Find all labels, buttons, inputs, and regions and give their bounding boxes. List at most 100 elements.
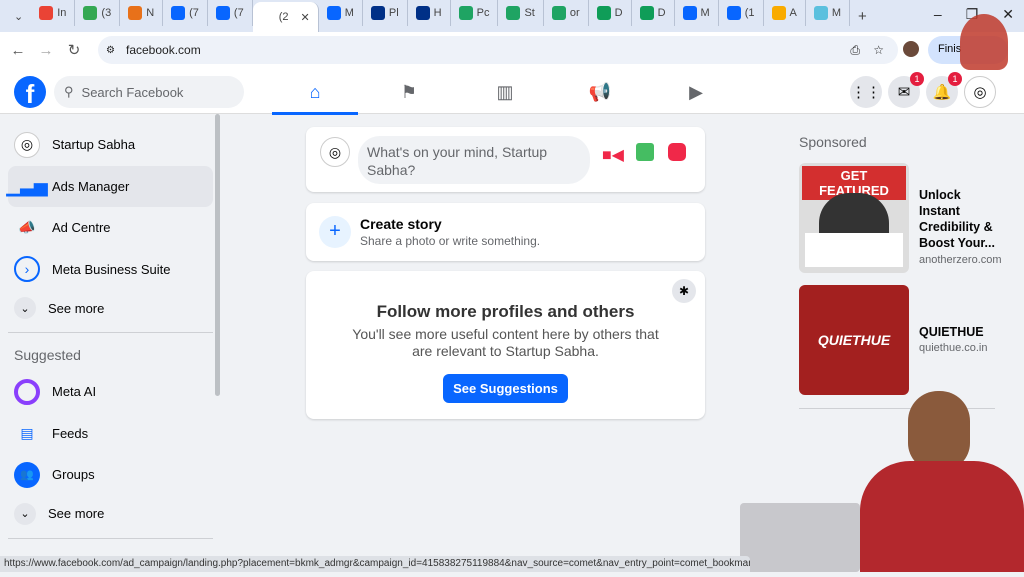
browser-tab[interactable]: N xyxy=(120,0,164,26)
ad-1-image: GET FEATURED xyxy=(799,163,909,273)
browser-tab[interactable]: A xyxy=(764,0,806,26)
new-tab-button[interactable]: + xyxy=(850,3,875,29)
follow-text: You'll see more useful content here by o… xyxy=(352,326,659,359)
tab-label: D xyxy=(657,7,666,19)
messenger-icon[interactable]: ✉ 1 xyxy=(888,72,924,108)
presenter-video-overlay xyxy=(740,385,1024,572)
browser-tab[interactable]: or xyxy=(544,0,589,26)
analytics-icon xyxy=(771,6,786,20)
laptop xyxy=(740,503,860,572)
sidebar-item-label: Ad Centre xyxy=(52,220,111,236)
site-settings-icon[interactable]: ⚙ xyxy=(106,45,115,56)
alert-icon xyxy=(128,6,143,20)
live-video-icon[interactable]: ■◀ xyxy=(602,145,624,165)
presenter-body xyxy=(860,461,1024,572)
account-avatar[interactable]: ◎ xyxy=(964,76,996,108)
chevron-down-icon: ⌄ xyxy=(14,502,36,525)
see-more-button[interactable]: ⌄ See more xyxy=(8,290,213,326)
browser-tab[interactable]: Pl xyxy=(363,0,408,26)
bug-report-icon[interactable]: ✱ xyxy=(672,279,696,303)
nav-insights-icon[interactable]: ▥ xyxy=(462,72,548,112)
search-input[interactable]: ⚲ Search Facebook xyxy=(54,76,244,108)
see-more-button-2[interactable]: ⌄ See more xyxy=(8,496,213,532)
photo-icon[interactable] xyxy=(636,143,654,161)
page-avatar-icon: ◎ xyxy=(14,131,40,158)
tab-label: St xyxy=(524,7,535,19)
tab-search-button[interactable]: ⌄ xyxy=(6,3,31,29)
sidebar-item-label: Meta AI xyxy=(52,384,97,400)
circle-icon xyxy=(813,6,828,20)
presenter-head xyxy=(908,391,970,471)
ad-2[interactable]: QUIETHUE QUIETHUE quiethue.co.in xyxy=(799,285,988,395)
bookmark-star-icon[interactable]: ☆ xyxy=(873,43,884,57)
channel-logo xyxy=(960,14,1008,70)
sidebar-scrollbar[interactable] xyxy=(215,114,220,396)
ad-1-domain: anotherzero.com xyxy=(919,254,1002,266)
nav-pages-flag-icon[interactable]: ⚑ xyxy=(366,72,452,112)
sidebar-item-ads-manager[interactable]: ▁▃▅ Ads Manager xyxy=(6,165,213,207)
sidebar-item-meta-business-suite[interactable]: › Meta Business Suite xyxy=(8,249,213,291)
forward-icon[interactable]: → xyxy=(32,42,60,59)
messenger-badge: 1 xyxy=(910,72,924,86)
browser-tab[interactable]: St xyxy=(498,0,544,26)
install-icon[interactable]: ⎙ xyxy=(850,43,860,58)
composer-card: ◎ What's on your mind, Startup Sabha? ■◀ xyxy=(306,127,705,192)
close-tab-icon[interactable]: ✕ xyxy=(300,11,309,24)
close-window-button[interactable]: ✕ xyxy=(1002,6,1014,23)
tab-label: (1 xyxy=(744,7,755,19)
browser-tab[interactable]: M xyxy=(319,0,363,26)
browser-tab[interactable]: M xyxy=(806,0,851,26)
browser-tab[interactable]: M xyxy=(675,0,719,26)
notifications-bell-icon[interactable]: 🔔 1 xyxy=(926,72,962,108)
meta-icon xyxy=(326,6,341,20)
browser-tab[interactable]: H xyxy=(408,0,451,26)
ad-2-domain: quiethue.co.in xyxy=(919,342,988,354)
browser-tab[interactable]: (7 xyxy=(208,0,253,26)
meta-icon xyxy=(726,6,741,20)
browser-tab[interactable]: Pc xyxy=(451,0,499,26)
reel-icon[interactable] xyxy=(668,143,686,161)
sidebar-item-feeds[interactable]: ▤ Feeds xyxy=(8,413,213,455)
sidebar-item-ad-centre[interactable]: 📣 Ad Centre xyxy=(8,207,213,249)
address-bar: ← → ↻ ⚙ facebook.com ⎙ ☆ Finis xyxy=(0,32,1024,68)
composer-input[interactable]: What's on your mind, Startup Sabha? xyxy=(358,136,590,184)
ad-1[interactable]: GET FEATURED Unlock Instant Credibility … xyxy=(799,163,1002,273)
tab-label: Pl xyxy=(388,7,399,19)
minimize-button[interactable]: – xyxy=(934,6,942,23)
reload-icon[interactable]: ↻ xyxy=(60,41,88,59)
profile-avatar[interactable] xyxy=(903,41,919,57)
browser-tab[interactable]: D xyxy=(589,0,632,26)
sidebar-item-startup-sabha[interactable]: ◎ Startup Sabha xyxy=(8,124,213,166)
sidebar-item-meta-ai[interactable]: Meta AI xyxy=(8,371,213,413)
nav-ads-megaphone-icon[interactable]: 📢 xyxy=(557,72,643,112)
ad-2-image: QUIETHUE xyxy=(799,285,909,395)
create-story-card[interactable]: + Create story Share a photo or write so… xyxy=(306,203,705,261)
paypal-icon xyxy=(370,6,385,20)
nav-home-icon[interactable]: ⌂ xyxy=(272,72,358,115)
url-field[interactable]: ⚙ facebook.com ⎙ ☆ xyxy=(98,36,898,64)
see-suggestions-button[interactable]: See Suggestions xyxy=(443,374,568,403)
left-sidebar: ◎ Startup Sabha ▁▃▅ Ads Manager 📣 Ad Centre… xyxy=(6,124,213,577)
plus-icon: + xyxy=(319,216,351,248)
browser-tab[interactable]: (7 xyxy=(163,0,208,26)
browser-tab[interactable]: In xyxy=(31,0,76,26)
facebook-icon xyxy=(171,6,186,20)
browser-tab[interactable]: D xyxy=(632,0,675,26)
meta-ai-icon xyxy=(14,378,40,405)
tab-label: In xyxy=(57,7,67,19)
browser-tab[interactable]: (1 xyxy=(719,0,764,26)
facebook-logo[interactable]: f xyxy=(14,76,46,109)
nav-video-icon[interactable]: ▶ xyxy=(653,72,739,112)
back-icon[interactable]: ← xyxy=(4,42,32,59)
follow-title: Follow more profiles and others xyxy=(376,302,635,321)
browser-tab[interactable]: (2 ✕ xyxy=(252,2,319,32)
browser-tab[interactable]: (3 xyxy=(75,0,121,26)
tab-label: M xyxy=(831,7,842,19)
paypal-icon xyxy=(415,6,430,20)
tab-label: N xyxy=(146,7,155,19)
suggested-heading: Suggested xyxy=(8,332,213,371)
meta-icon xyxy=(682,6,697,20)
menu-grid-icon[interactable]: ⋮⋮ xyxy=(850,76,882,108)
doc-icon xyxy=(506,6,521,20)
sidebar-item-groups[interactable]: 👥 Groups xyxy=(8,454,213,496)
